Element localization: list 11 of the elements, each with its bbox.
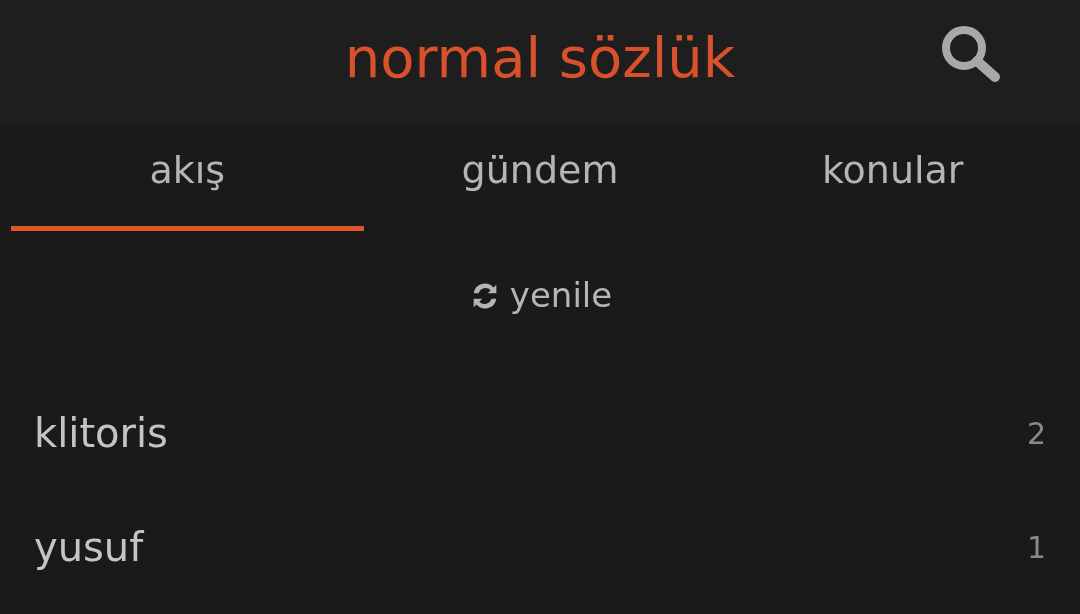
refresh-button[interactable]: yenile (467, 270, 613, 321)
entry-count: 2 (1026, 414, 1046, 453)
topic-row[interactable]: klitoris 2 (0, 376, 1080, 490)
entry-count: 1 (1026, 528, 1046, 567)
topic-title: klitoris (34, 409, 168, 458)
tab[interactable]: akış (11, 123, 364, 231)
app-title[interactable]: normal sözlük (344, 29, 736, 94)
tab[interactable]: gündem (363, 123, 717, 231)
tab[interactable]: konular (716, 123, 1069, 231)
topic-row[interactable]: yusuf 1 (0, 490, 1080, 604)
topic-title: yusuf (34, 523, 144, 572)
